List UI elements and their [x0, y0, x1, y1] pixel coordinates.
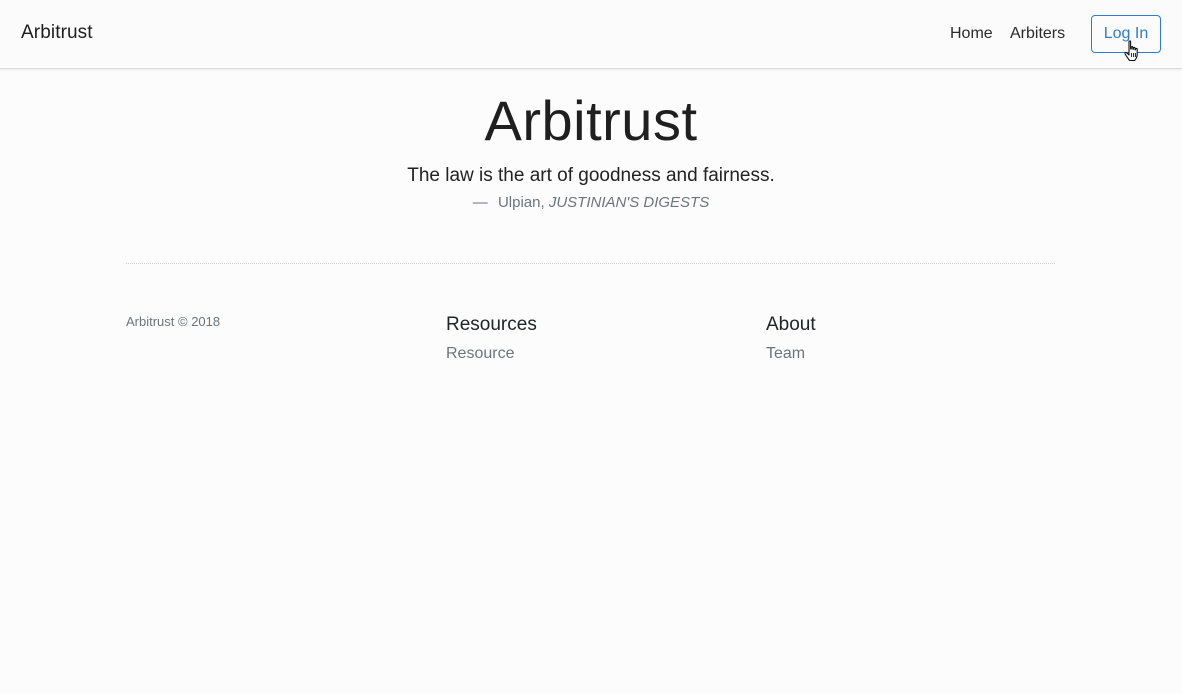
attribution-dash: —: [472, 194, 488, 211]
attribution-author: Ulpian,: [497, 194, 545, 211]
copyright-text: Arbitrust © 2018: [126, 314, 221, 329]
brand-link[interactable]: Arbitrust: [21, 22, 93, 44]
footer-link-resource[interactable]: Resource: [446, 345, 537, 363]
footer-column-about: About Team: [766, 314, 816, 363]
footer-column-resources: Resources Resource: [446, 314, 537, 363]
footer-heading-about: About: [766, 314, 816, 335]
footer-heading-resources: Resources: [446, 314, 537, 335]
top-navbar: Arbitrust Home Arbiters Log In: [0, 0, 1182, 69]
attribution-source: JUSTINIAN'S DIGESTS: [548, 194, 710, 211]
footer-link-team[interactable]: Team: [766, 345, 816, 363]
hand-pointer-icon: [1124, 40, 1138, 62]
footer-divider: [126, 263, 1055, 264]
quote-attribution: — Ulpian, JUSTINIAN'S DIGESTS: [0, 194, 1182, 211]
nav-home-link[interactable]: Home: [950, 25, 993, 43]
page-title: Arbitrust: [484, 89, 698, 152]
nav-arbiters-link[interactable]: Arbiters: [1010, 25, 1065, 43]
hero-quote: The law is the art of goodness and fairn…: [407, 165, 775, 186]
